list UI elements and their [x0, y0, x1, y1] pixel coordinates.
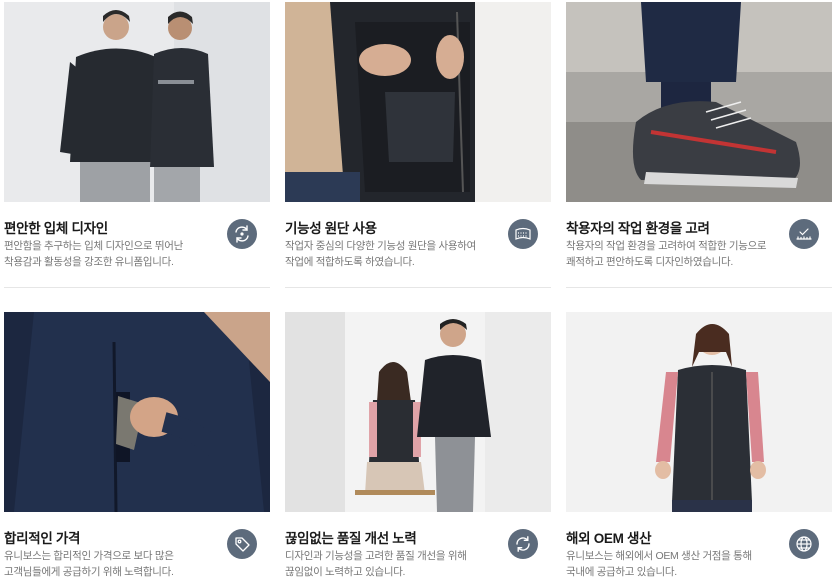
- feature-photo: [285, 2, 551, 202]
- divider: [566, 287, 832, 288]
- feature-description: 유니보스는 해외에서 OEM 생산 거점을 통해 국내에 공급하고 있습니다.: [566, 550, 752, 578]
- measure-check-icon: [789, 219, 819, 249]
- feature-title: 합리적인 가격: [4, 531, 81, 546]
- feature-title: 기능성 원단 사용: [285, 221, 377, 236]
- feature-description: 착용자의 작업 환경을 고려하여 적합한 기능으로 쾌적하고 편안하도록 디자인하…: [566, 240, 767, 268]
- refresh-icon: [508, 529, 538, 559]
- feature-description: 디자인과 기능성을 고려한 품질 개선을 위해 끊임없이 노력하고 있습니다.: [285, 550, 467, 578]
- feature-description: 편안함을 추구하는 입체 디자인으로 뛰어난 착용감과 활동성을 강조한 유니폼입…: [4, 240, 183, 268]
- feature-photo: [566, 2, 832, 202]
- divider: [285, 287, 551, 288]
- feature-photo: [285, 312, 551, 512]
- feature-photo: [566, 312, 832, 512]
- feature-title: 편안한 입체 디자인: [4, 221, 108, 236]
- feature-photo: [4, 2, 270, 202]
- rotate-arrows-icon: [227, 219, 257, 249]
- divider: [4, 287, 270, 288]
- feature-description: 유니보스는 합리적인 가격으로 보다 많은 고객님들에게 공급하기 위해 노력합니…: [4, 550, 174, 578]
- fabric-icon: [508, 219, 538, 249]
- feature-title: 해외 OEM 생산: [566, 531, 652, 546]
- price-tag-icon: [227, 529, 257, 559]
- globe-icon: [789, 529, 819, 559]
- feature-photo: [4, 312, 270, 512]
- feature-description: 작업자 중심의 다양한 기능성 원단을 사용하여 작업에 적합하도록 하였습니다.: [285, 240, 476, 268]
- feature-title: 끊임없는 품질 개선 노력: [285, 531, 417, 546]
- feature-title: 착용자의 작업 환경을 고려: [566, 221, 710, 236]
